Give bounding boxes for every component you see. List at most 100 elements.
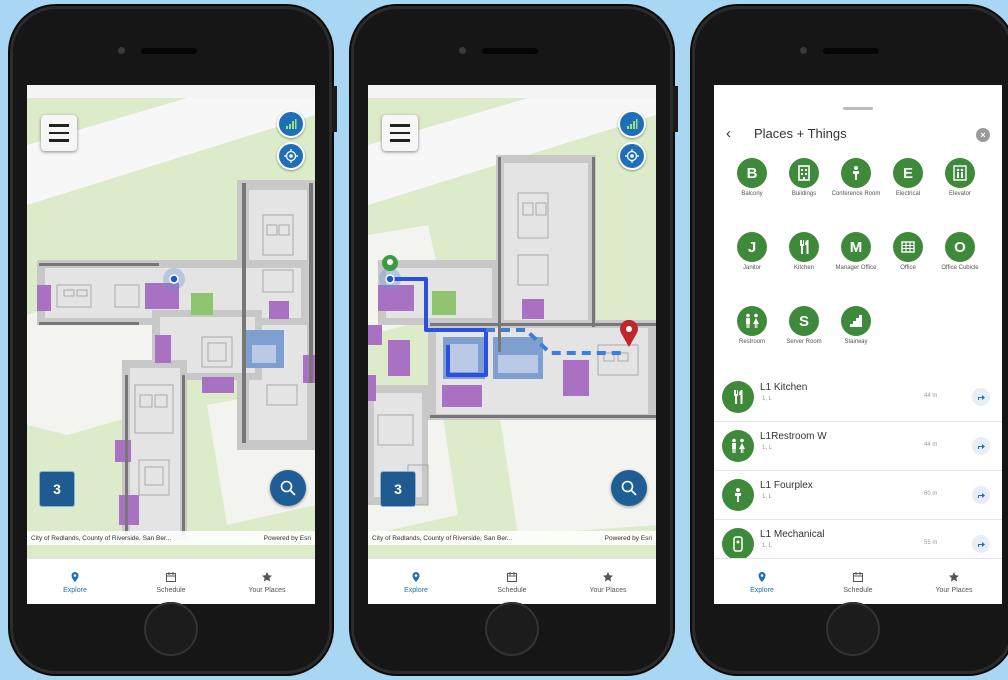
category-office[interactable]: Office <box>882 232 934 272</box>
home-button <box>826 602 880 656</box>
elevator-icon <box>945 158 975 188</box>
tab-your-places[interactable]: Your Places <box>219 559 315 604</box>
tab-explore[interactable]: Explore <box>714 559 810 604</box>
item-subtitle: 1, L <box>762 445 773 451</box>
category-label: Kitchen <box>793 265 814 271</box>
tab-label: Explore <box>63 586 87 594</box>
category-balcony[interactable]: B Balcony <box>726 158 778 198</box>
status-bar <box>27 85 315 98</box>
signal-strength-button[interactable] <box>618 110 646 138</box>
sheet-grabber[interactable] <box>843 107 873 110</box>
locate-me-button[interactable] <box>618 142 646 170</box>
list-item[interactable]: L1 Fourplex 1, L 60 m <box>714 471 1002 520</box>
screen-map: 3 City of Redlands, County of Riverside,… <box>27 85 315 604</box>
item-distance: 44 m <box>924 393 938 399</box>
phone-2: 3 City of Redlands, County of Riverside,… <box>351 6 678 674</box>
fork-knife-icon <box>789 232 819 262</box>
letter-s-icon: S <box>789 306 819 336</box>
tab-schedule[interactable]: Schedule <box>123 559 219 604</box>
star-icon <box>262 571 272 581</box>
powered-by-link[interactable]: Powered by Esri <box>605 535 652 542</box>
bottom-tab-bar: Explore Schedule Your Places <box>27 558 315 604</box>
letter-m-icon: M <box>841 232 871 262</box>
star-icon <box>949 571 959 581</box>
category-conference-room[interactable]: Conference Room <box>830 158 882 198</box>
category-electrical[interactable]: E Electrical <box>882 158 934 198</box>
places-header: ‹ Places + Things × <box>714 85 1002 155</box>
restroom-icon <box>722 430 754 462</box>
calendar-icon <box>853 571 863 582</box>
search-button[interactable] <box>270 470 306 506</box>
directions-arrow-icon <box>978 395 985 400</box>
item-distance: 55 m <box>924 540 938 546</box>
category-label: Office Cubicle <box>941 265 979 271</box>
screen-places: ‹ Places + Things × B Balcony Buildings … <box>714 85 1002 604</box>
item-title: L1 Fourplex <box>760 480 813 491</box>
list-item[interactable]: L1 Kitchen 1, L 44 m <box>714 373 1002 422</box>
directions-button[interactable] <box>972 535 990 553</box>
side-button <box>332 86 337 132</box>
category-stairway[interactable]: Stairway <box>830 306 882 346</box>
tab-label: Schedule <box>497 586 527 594</box>
phone-1: 3 City of Redlands, County of Riverside,… <box>10 6 337 674</box>
directions-button[interactable] <box>972 486 990 504</box>
directions-arrow-icon <box>978 493 985 498</box>
list-item[interactable]: L1Restroom W 1, L 44 m <box>714 422 1002 471</box>
item-distance: 60 m <box>924 491 938 497</box>
category-janitor[interactable]: J Janitor <box>726 232 778 272</box>
signal-bars-icon <box>286 119 297 129</box>
category-label: Stairway <box>844 339 868 345</box>
menu-line-icon <box>390 139 410 142</box>
crosshair-icon <box>625 149 639 163</box>
category-kitchen[interactable]: Kitchen <box>778 232 830 272</box>
location-pin-icon <box>412 571 420 582</box>
category-restroom[interactable]: Restroom <box>726 306 778 346</box>
attribution-text: City of Redlands, County of Riverside, S… <box>31 534 172 542</box>
location-pin-icon <box>758 571 766 582</box>
signal-strength-button[interactable] <box>277 110 305 138</box>
calendar-icon <box>507 571 517 582</box>
tab-label: Explore <box>404 586 428 594</box>
mechanical-icon <box>722 528 754 560</box>
back-chevron-icon[interactable]: ‹ <box>726 125 731 142</box>
menu-line-icon <box>390 131 410 135</box>
close-icon[interactable]: × <box>976 128 990 142</box>
item-subtitle: 1, L <box>762 543 773 549</box>
category-manager-office[interactable]: M Manager Office <box>830 232 882 272</box>
menu-line-icon <box>49 124 69 127</box>
powered-by-link[interactable]: Powered by Esri <box>264 535 311 542</box>
category-server-room[interactable]: S Server Room <box>778 306 830 346</box>
locate-me-button[interactable] <box>277 142 305 170</box>
tab-your-places[interactable]: Your Places <box>560 559 656 604</box>
menu-line-icon <box>390 124 410 127</box>
directions-button[interactable] <box>972 388 990 406</box>
front-camera <box>459 47 466 54</box>
floor-selector-button[interactable]: 3 <box>39 471 75 507</box>
category-elevator[interactable]: Elevator <box>934 158 986 198</box>
speaker-grille <box>823 48 879 54</box>
places-list: L1 Kitchen 1, L 44 m L1Restroom W 1, L 4… <box>714 373 1002 569</box>
category-office-cubicle[interactable]: O Office Cubicle <box>934 232 986 272</box>
floor-selector-button[interactable]: 3 <box>380 471 416 507</box>
tab-schedule[interactable]: Schedule <box>810 559 906 604</box>
category-buildings[interactable]: Buildings <box>778 158 830 198</box>
bottom-tab-bar: Explore Schedule Your Places <box>714 558 1002 604</box>
status-bar <box>368 85 656 98</box>
letter-e-icon: E <box>893 158 923 188</box>
hamburger-menu-button[interactable] <box>41 115 77 151</box>
hamburger-menu-button[interactable] <box>382 115 418 151</box>
side-button <box>673 86 678 132</box>
category-label: Conference Room <box>831 191 881 197</box>
directions-button[interactable] <box>972 437 990 455</box>
tab-schedule[interactable]: Schedule <box>464 559 560 604</box>
item-title: L1Restroom W <box>760 431 827 442</box>
tab-your-places[interactable]: Your Places <box>906 559 1002 604</box>
phone-3: ‹ Places + Things × B Balcony Buildings … <box>692 6 1008 674</box>
search-button[interactable] <box>611 470 647 506</box>
map-attribution: City of Redlands, County of Riverside, S… <box>368 531 656 545</box>
category-label: Office <box>900 265 916 271</box>
tab-explore[interactable]: Explore <box>368 559 464 604</box>
tab-explore[interactable]: Explore <box>27 559 123 604</box>
directions-arrow-icon <box>978 444 985 449</box>
speaker-grille <box>141 48 197 54</box>
